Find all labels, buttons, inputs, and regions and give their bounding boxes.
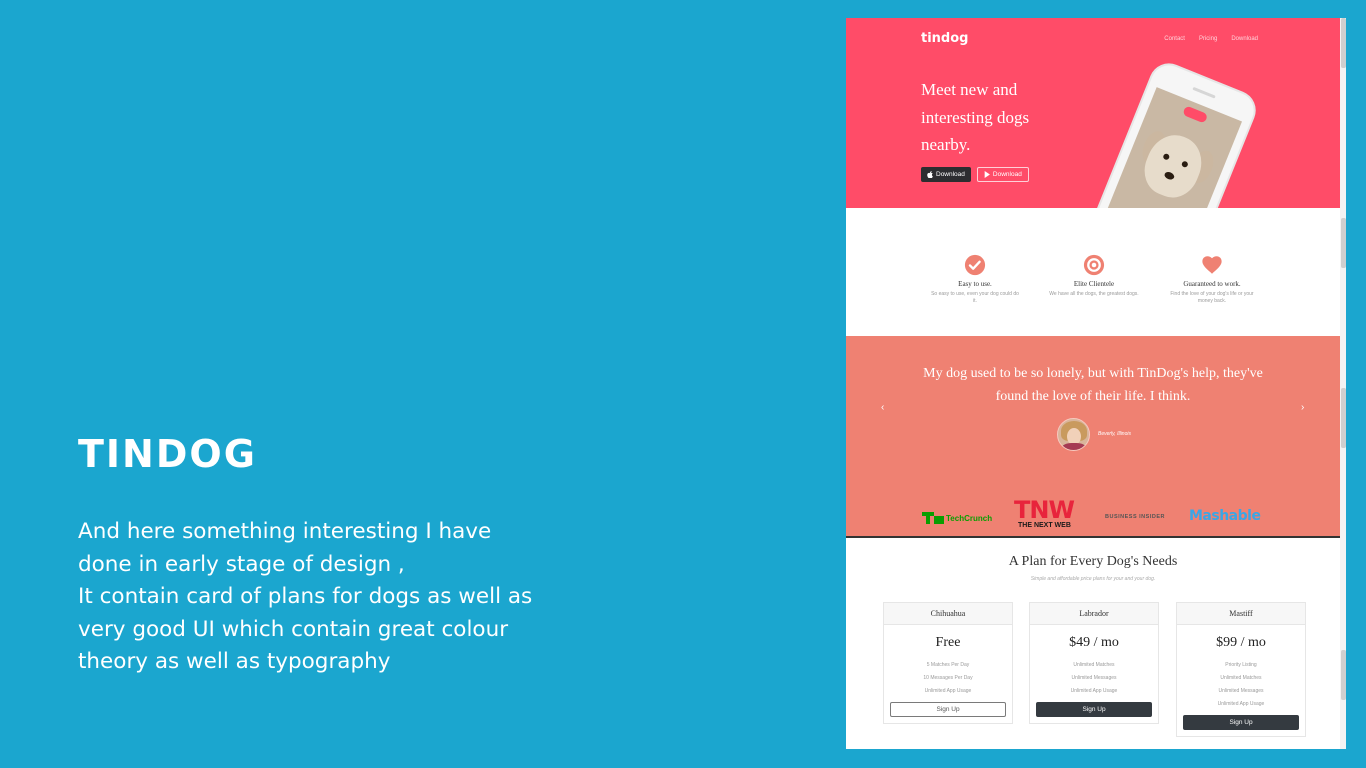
plan-card-labrador: Labrador $49 / mo Unlimited Matches Unli… [1029,602,1159,724]
scrollbar-thumb[interactable] [1341,650,1346,700]
nav-link-pricing[interactable]: Pricing [1199,36,1217,42]
plan-feature: Priority Listing [1225,662,1257,668]
feature-easy: Easy to use. So easy to use, even your d… [930,254,1020,305]
pricing-section: A Plan for Every Dog's Needs Simple and … [846,538,1340,749]
testimonial-section: ‹ My dog used to be so lonely, but with … [846,336,1340,536]
feature-title: Elite Clientele [1073,280,1115,288]
page-scrollbar[interactable] [1340,18,1346,749]
description-line: And here something interesting I have [78,519,492,544]
sign-up-button[interactable]: Sign Up [1036,702,1152,717]
techcrunch-text: TechCrunch [946,513,993,523]
portfolio-description: And here something interesting I have do… [78,516,578,679]
plan-name: Labrador [1030,603,1158,625]
plan-name: Mastiff [1177,603,1305,625]
apple-icon [927,171,933,178]
brand-logo[interactable]: tindog [921,31,968,46]
plan-feature: Unlimited App Usage [1217,701,1265,707]
carousel-prev-button[interactable]: ‹ [881,402,884,413]
scrollbar-thumb[interactable] [1341,388,1346,448]
techcrunch-mark-icon [922,512,944,524]
nav-link-contact[interactable]: Contact [1164,36,1185,42]
feature-text: So easy to use, even your dog could do i… [931,291,1019,304]
avatar-shirt [1062,443,1086,450]
description-line: It contain card of plans for dogs as wel… [78,584,533,609]
pricing-title: A Plan for Every Dog's Needs [1008,554,1178,569]
carousel-next-button[interactable]: › [1301,402,1304,413]
plan-card-chihuahua: Chihuahua Free 5 Matches Per Day 10 Mess… [883,602,1013,724]
app-toggle [1182,105,1209,124]
website-mockup: tindog Contact Pricing Download Meet new… [846,18,1346,749]
feature-guaranteed: Guaranteed to work. Find the love of you… [1167,254,1257,305]
feature-text: We have all the dogs, the greatest dogs. [1049,291,1139,297]
business-insider-logo: BUSINESS INSIDER [1105,514,1165,520]
avatar [1057,418,1090,451]
mashable-logo: Mashable [1189,508,1261,524]
portfolio-title: TINDOG [78,432,257,476]
description-line: very good UI which contain great colour [78,616,509,642]
feature-elite: Elite Clientele We have all the dogs, th… [1049,254,1139,298]
plan-name: Chihuahua [884,603,1012,625]
tnw-logo: TNW THE NEXT WEB [1014,496,1075,530]
scrollbar-thumb[interactable] [1341,218,1346,268]
hero-section: tindog Contact Pricing Download Meet new… [846,18,1340,208]
description-line: theory as well as typography [78,649,391,674]
feature-text: Find the love of your dog's life or your… [1170,291,1254,304]
nav-link-download[interactable]: Download [1231,36,1258,42]
play-download-label: Download [992,171,1022,178]
check-circle-icon [964,254,986,276]
tnw-subtitle: THE NEXT WEB [1018,522,1071,529]
plan-feature: 10 Messages Per Day [923,675,973,681]
pricing-subtitle: Simple and affordable price plans for yo… [1030,576,1156,582]
play-icon [984,171,990,178]
top-nav: Contact Pricing Download [1164,36,1258,42]
phone-speaker [1192,86,1216,99]
dog-photo [1100,87,1242,208]
target-icon [1083,254,1105,276]
techcrunch-logo: TechCrunch [922,512,992,524]
heart-icon [1202,256,1222,274]
plan-feature: 5 Matches Per Day [926,662,970,668]
plan-card-mastiff: Mastiff $99 / mo Priority Listing Unlimi… [1176,602,1306,737]
plan-price: Free [935,635,961,650]
testimonial-author: Beverly, Illinois [1098,431,1131,437]
press-logos: TechCrunch TNW THE NEXT WEB BUSINESS INS… [846,498,1340,536]
testimonial-quote: My dog used to be so lonely, but with Ti… [923,366,1263,404]
sign-up-button[interactable]: Sign Up [890,702,1006,717]
google-play-download-button[interactable]: Download [976,167,1029,182]
scrollbar-thumb[interactable] [1341,18,1346,68]
plan-feature: Unlimited Messages [1071,675,1117,681]
sign-up-button[interactable]: Sign Up [1183,715,1299,730]
phone-mockup-image [1084,59,1260,208]
plan-price: $49 / mo [1069,635,1119,650]
download-buttons: Download Download [921,167,1029,182]
plan-feature: Unlimited Matches [1220,675,1262,681]
plan-feature: Unlimited Messages [1218,688,1264,694]
description-line: done in early stage of design , [78,551,405,577]
plan-feature: Unlimited App Usage [924,688,972,694]
feature-title: Easy to use. [958,280,992,288]
plan-price: $99 / mo [1216,635,1266,650]
apple-download-label: Download [936,171,965,178]
tnw-mark: TNW [1014,496,1075,524]
hero-title: Meet new and interesting dogs nearby. [921,80,1030,154]
plan-feature: Unlimited Matches [1073,662,1115,668]
features-section: Easy to use. So easy to use, even your d… [846,208,1340,336]
feature-title: Guaranteed to work. [1183,280,1241,288]
plan-feature: Unlimited App Usage [1070,688,1118,694]
apple-download-button[interactable]: Download [921,167,971,182]
